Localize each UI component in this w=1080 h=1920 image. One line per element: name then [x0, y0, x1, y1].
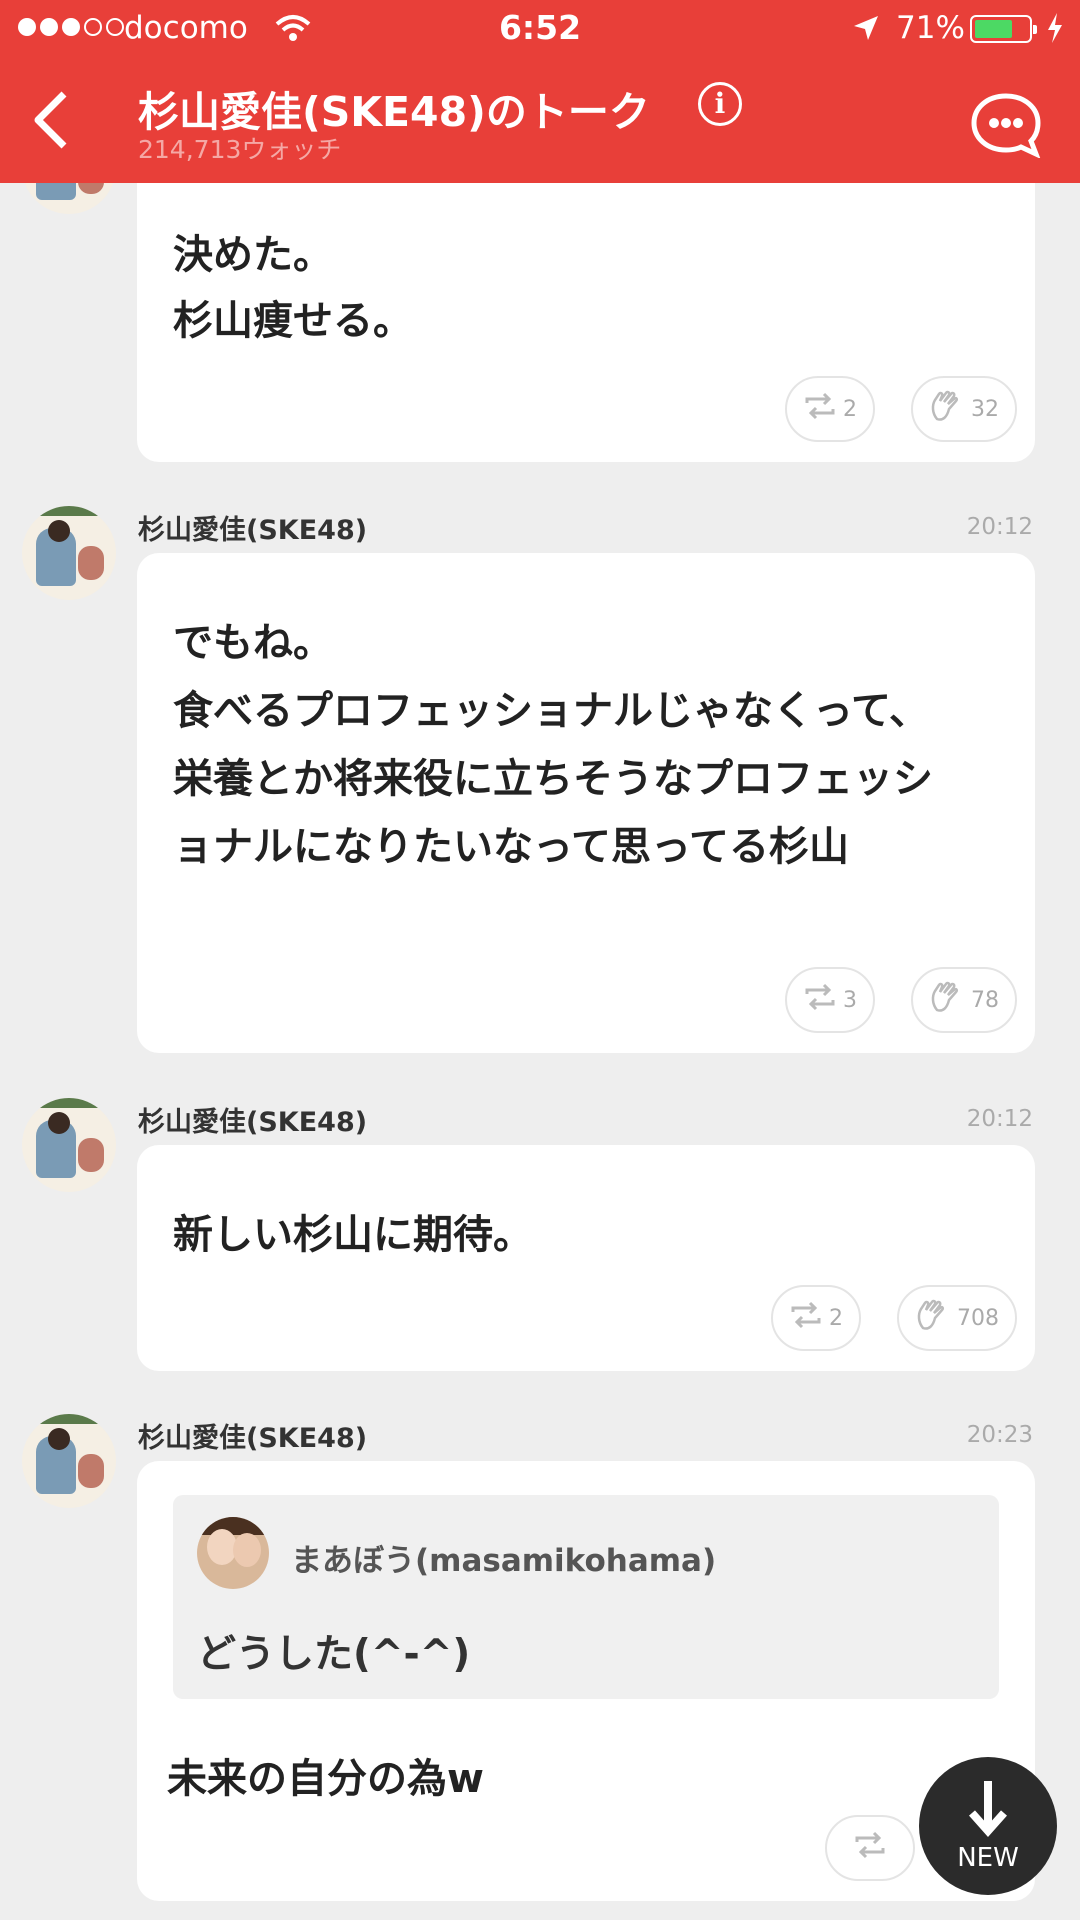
- status-bar: docomo 6:52 71%: [0, 0, 1080, 60]
- charging-icon: [1046, 13, 1064, 47]
- back-icon[interactable]: [30, 90, 70, 154]
- clap-button[interactable]: 32: [911, 376, 1017, 442]
- watch-count: 214,713ウォッチ: [138, 135, 342, 164]
- post-time: 20:12: [966, 514, 1033, 540]
- battery-icon: [970, 15, 1037, 43]
- message-bubble: 新しい杉山に期待。 2 708: [137, 1145, 1035, 1371]
- author-name: 杉山愛佳(SKE48): [138, 1423, 368, 1454]
- clap-count: 78: [971, 987, 999, 1013]
- clap-count: 708: [957, 1305, 999, 1331]
- header-bar: docomo 6:52 71% 杉山愛佳(SKE48)のトーク i 214,71…: [0, 0, 1080, 183]
- retweet-button[interactable]: 2: [771, 1285, 861, 1351]
- talk-options-icon[interactable]: [970, 92, 1042, 162]
- message-text: でもね。 食べるプロフェッショナルじゃなくって、 栄養とか将来役に立ちそうなプロ…: [173, 620, 933, 870]
- info-icon[interactable]: i: [698, 82, 742, 126]
- retweet-icon: [789, 1300, 823, 1336]
- retweet-button[interactable]: [825, 1815, 915, 1881]
- quoted-reply[interactable]: まあぼう(masamikohama) どうした(^-^): [173, 1495, 999, 1699]
- retweet-icon: [803, 982, 837, 1018]
- retweet-count: 3: [843, 987, 857, 1013]
- new-messages-button[interactable]: NEW: [919, 1757, 1057, 1895]
- page-title: 杉山愛佳(SKE48)のトーク: [138, 88, 650, 136]
- retweet-count: 2: [829, 1305, 843, 1331]
- talk-feed[interactable]: 決めた。 杉山痩せる。 2 32 杉山愛佳(SKE48) 20:12 でもね。 …: [0, 0, 1080, 1920]
- message-text: 未来の自分の為w: [167, 1756, 484, 1802]
- author-name: 杉山愛佳(SKE48): [138, 515, 368, 546]
- quoted-author-name: まあぼう(masamikohama): [291, 1543, 717, 1579]
- message-text: 決めた。 杉山痩せる。: [173, 232, 413, 344]
- location-icon: [852, 14, 880, 46]
- message-bubble: 決めた。 杉山痩せる。 2 32: [137, 150, 1035, 462]
- retweet-icon: [803, 391, 837, 427]
- author-name: 杉山愛佳(SKE48): [138, 1107, 368, 1138]
- retweet-icon: [853, 1830, 887, 1866]
- message-bubble: まあぼう(masamikohama) どうした(^-^) 未来の自分の為w: [137, 1461, 1035, 1901]
- quoted-avatar[interactable]: [197, 1517, 269, 1589]
- clap-icon: [929, 980, 965, 1020]
- retweet-button[interactable]: 3: [785, 967, 875, 1033]
- avatar[interactable]: [22, 1098, 116, 1192]
- battery-percent: 71%: [896, 10, 965, 46]
- new-button-label: NEW: [957, 1843, 1019, 1873]
- clap-count: 32: [971, 396, 999, 422]
- clap-icon: [929, 389, 965, 429]
- post-time: 20:23: [966, 1422, 1033, 1448]
- post-time: 20:12: [966, 1106, 1033, 1132]
- avatar[interactable]: [22, 1414, 116, 1508]
- clap-icon: [915, 1298, 951, 1338]
- retweet-count: 2: [843, 396, 857, 422]
- retweet-button[interactable]: 2: [785, 376, 875, 442]
- clap-button[interactable]: 78: [911, 967, 1017, 1033]
- message-bubble: でもね。 食べるプロフェッショナルじゃなくって、 栄養とか将来役に立ちそうなプロ…: [137, 553, 1035, 1053]
- clap-button[interactable]: 708: [897, 1285, 1017, 1351]
- down-arrow-icon: [969, 1781, 1007, 1838]
- message-text: 新しい杉山に期待。: [173, 1212, 533, 1258]
- avatar[interactable]: [22, 506, 116, 600]
- quoted-text: どうした(^-^): [197, 1632, 471, 1677]
